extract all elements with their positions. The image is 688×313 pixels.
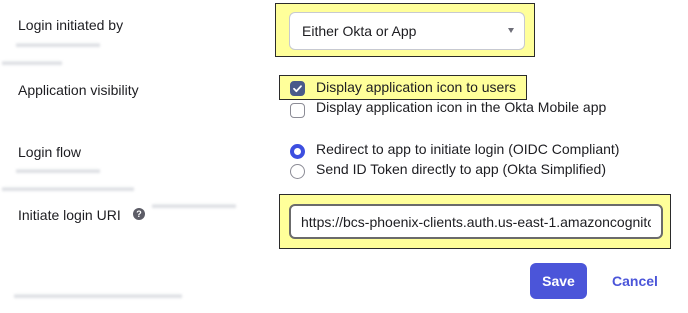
okta-simplified-radio[interactable] — [290, 164, 305, 179]
blurred-text: ▬▬▬▬▬▬▬▬▬▬▬▬▬▬ — [14, 287, 182, 301]
display-icon-label[interactable]: Display application icon to users — [316, 79, 516, 95]
application-visibility-label: Application visibility — [18, 82, 139, 98]
help-icon[interactable]: ? — [133, 208, 145, 220]
login-initiated-by-select[interactable]: Either Okta or App — [289, 12, 525, 50]
save-button[interactable]: Save — [530, 263, 587, 299]
blurred-text: ▬▬▬▬▬▬▬ — [16, 36, 100, 50]
okta-mobile-checkbox[interactable] — [290, 103, 305, 118]
login-initiated-by-value: Either Okta or App — [302, 23, 417, 39]
checkmark-icon — [293, 85, 302, 93]
okta-simplified-label[interactable]: Send ID Token directly to app (Okta Simp… — [316, 161, 606, 177]
initiate-login-uri-label: Initiate login URI — [18, 207, 121, 223]
blurred-text: ▬▬▬▬▬▬▬ — [152, 197, 236, 211]
login-initiated-by-label: Login initiated by — [18, 17, 124, 33]
blurred-text: ▬▬▬▬▬▬▬ — [16, 162, 100, 176]
login-flow-label: Login flow — [18, 144, 82, 160]
initiate-login-uri-input[interactable] — [289, 204, 663, 239]
caret-down-icon — [508, 28, 514, 33]
blurred-text: ▬▬▬▬▬ — [2, 54, 62, 68]
oidc-compliant-radio[interactable] — [290, 144, 305, 159]
oidc-compliant-label[interactable]: Redirect to app to initiate login (OIDC … — [316, 141, 619, 157]
cancel-button[interactable]: Cancel — [612, 273, 658, 289]
display-icon-checkbox[interactable] — [290, 81, 305, 96]
blurred-text: ▬▬▬▬▬▬▬▬▬▬▬ — [2, 180, 134, 194]
okta-mobile-label[interactable]: Display application icon in the Okta Mob… — [316, 99, 606, 115]
